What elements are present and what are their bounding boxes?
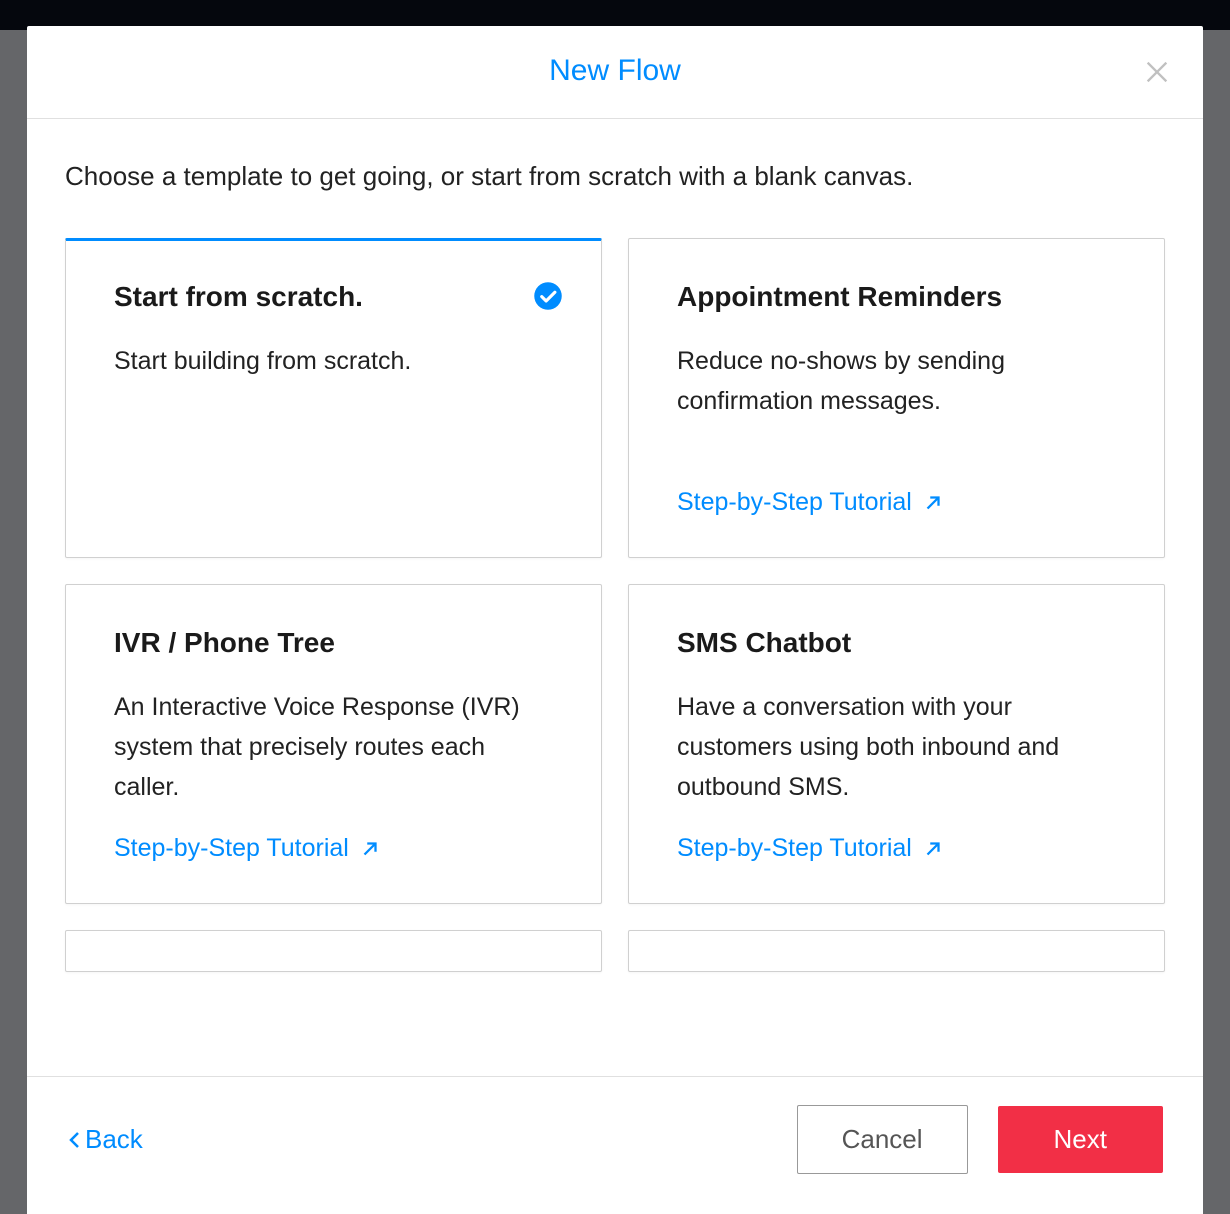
external-link-icon [922, 838, 944, 860]
template-card-sms[interactable]: SMS Chatbot Have a conversation with you… [628, 584, 1165, 904]
modal-footer: Back Cancel Next [27, 1076, 1203, 1214]
new-flow-modal: New Flow Choose a template to get going,… [27, 26, 1203, 1214]
chevron-left-icon [67, 1128, 83, 1152]
tutorial-link[interactable]: Step-by-Step Tutorial [677, 488, 1116, 517]
template-card-ivr[interactable]: IVR / Phone Tree An Interactive Voice Re… [65, 584, 602, 904]
template-card-extra-2[interactable] [628, 930, 1165, 972]
tutorial-link-label: Step-by-Step Tutorial [677, 834, 912, 863]
back-label: Back [85, 1124, 143, 1155]
tutorial-link[interactable]: Step-by-Step Tutorial [114, 834, 553, 863]
next-button[interactable]: Next [998, 1106, 1163, 1173]
template-cards-grid: Start from scratch. Start building from … [65, 238, 1165, 972]
external-link-icon [359, 838, 381, 860]
card-title: Start from scratch. [114, 281, 553, 313]
tutorial-link-label: Step-by-Step Tutorial [677, 488, 912, 517]
card-title: SMS Chatbot [677, 627, 1116, 659]
close-icon [1143, 58, 1171, 86]
template-card-extra-1[interactable] [65, 930, 602, 972]
card-title: IVR / Phone Tree [114, 627, 553, 659]
card-description: Reduce no-shows by sending confirmation … [677, 341, 1116, 468]
modal-title: New Flow [67, 54, 1163, 88]
card-title: Appointment Reminders [677, 281, 1116, 313]
template-card-scratch[interactable]: Start from scratch. Start building from … [65, 238, 602, 558]
close-button[interactable] [1143, 58, 1171, 91]
template-card-appointment[interactable]: Appointment Reminders Reduce no-shows by… [628, 238, 1165, 558]
back-button[interactable]: Back [67, 1124, 143, 1155]
card-description: An Interactive Voice Response (IVR) syst… [114, 687, 553, 814]
cancel-button[interactable]: Cancel [797, 1105, 968, 1174]
modal-header: New Flow [27, 26, 1203, 119]
tutorial-link[interactable]: Step-by-Step Tutorial [677, 834, 1116, 863]
selected-check-icon [533, 281, 563, 311]
tutorial-link-label: Step-by-Step Tutorial [114, 834, 349, 863]
card-description: Have a conversation with your customers … [677, 687, 1116, 814]
modal-body[interactable]: Choose a template to get going, or start… [27, 119, 1203, 1076]
modal-subtitle: Choose a template to get going, or start… [65, 161, 1165, 192]
external-link-icon [922, 492, 944, 514]
card-description: Start building from scratch. [114, 341, 553, 517]
